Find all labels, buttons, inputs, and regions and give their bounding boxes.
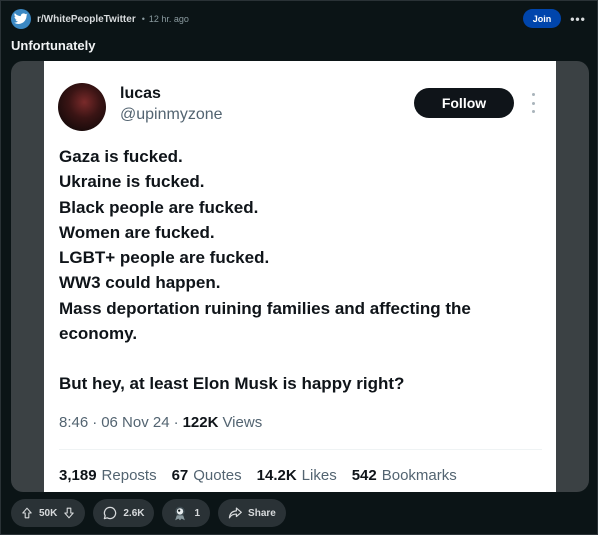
reddit-post: r/WhitePeopleTwitter • 12 hr. ago Join •… — [0, 0, 598, 535]
tweet-author-name: lucas — [120, 85, 161, 102]
post-media[interactable]: lucas @upinmyzone Follow Gaza is fucked.… — [11, 61, 589, 492]
header-separator: • — [141, 14, 145, 24]
reposts-count: 3,189 — [59, 467, 97, 484]
arrow-down-icon[interactable] — [63, 507, 75, 519]
post-header: r/WhitePeopleTwitter • 12 hr. ago Join •… — [11, 9, 587, 29]
meta-separator: · — [173, 414, 179, 431]
meta-separator: · — [92, 414, 98, 431]
tweet-divider — [59, 449, 542, 450]
comments-button[interactable]: 2.6K — [93, 499, 155, 527]
likes-count: 14.2K — [256, 467, 297, 484]
likes-stat: 14.2K Likes — [257, 467, 337, 484]
tweet-text: Gaza is fucked. Ukraine is fucked. Black… — [59, 144, 549, 397]
join-button[interactable]: Join — [523, 9, 561, 28]
comment-count: 2.6K — [123, 507, 145, 519]
arrow-up-icon[interactable] — [21, 507, 33, 519]
tweet-time: 8:46 — [59, 414, 89, 431]
quotes-stat: 67 Quotes — [172, 467, 242, 484]
share-arrow-icon — [228, 506, 242, 520]
bookmarks-count: 542 — [351, 467, 377, 484]
tweet-line: WW3 could happen. — [59, 273, 221, 293]
comment-bubble-icon — [103, 506, 117, 520]
tweet-line: Women are fucked. — [59, 222, 215, 242]
follow-button: Follow — [414, 88, 514, 118]
tweet-author-handle: @upinmyzone — [120, 106, 223, 123]
vote-count: 50K — [39, 507, 58, 519]
quotes-count: 67 — [171, 467, 189, 484]
award-button[interactable]: 1 — [162, 499, 211, 527]
tweet-views-count: 122K — [182, 414, 219, 431]
reposts-label: Reposts — [101, 467, 157, 484]
tweet-avatar — [58, 83, 106, 131]
post-timestamp: 12 hr. ago — [148, 14, 189, 24]
more-options-button[interactable]: ••• — [569, 9, 587, 28]
tweet-views-label: Views — [222, 414, 263, 431]
share-button[interactable]: Share — [218, 499, 286, 527]
bookmarks-stat: 542 Bookmarks — [352, 467, 457, 484]
post-actions: 50K 2.6K 1 Share — [11, 499, 286, 527]
reposts-stat: 3,189 Reposts — [59, 467, 157, 484]
tweet-date: 06 Nov 24 — [101, 414, 170, 431]
award-count: 1 — [194, 507, 201, 519]
tweet-screenshot: lucas @upinmyzone Follow Gaza is fucked.… — [44, 61, 556, 492]
post-title[interactable]: Unfortunately — [11, 38, 96, 53]
quotes-label: Quotes — [193, 467, 242, 484]
tweet-meta: 8:46 · 06 Nov 24 · 122K Views — [59, 414, 262, 431]
bookmarks-label: Bookmarks — [381, 467, 457, 484]
tweet-stats: 3,189 Reposts 67 Quotes 14.2K Likes 542 … — [59, 467, 457, 484]
subreddit-avatar-bird-icon[interactable] — [11, 9, 31, 29]
vote-pill: 50K — [11, 499, 86, 527]
tweet-line: Black people are fucked. — [59, 197, 259, 217]
tweet-line: Gaza is fucked. — [59, 147, 183, 166]
tweet-more-icon — [528, 93, 538, 113]
tweet-line: Mass deportation ruining families and af… — [59, 298, 471, 344]
tweet-line: Ukraine is fucked. — [59, 172, 205, 192]
tweet-line: LGBT+ people are fucked. — [59, 248, 270, 268]
tweet-closing-line: But hey, at least Elon Musk is happy rig… — [59, 374, 405, 394]
subreddit-name[interactable]: r/WhitePeopleTwitter — [37, 14, 136, 25]
award-icon — [172, 505, 188, 521]
share-label: Share — [248, 507, 276, 519]
likes-label: Likes — [301, 467, 337, 484]
